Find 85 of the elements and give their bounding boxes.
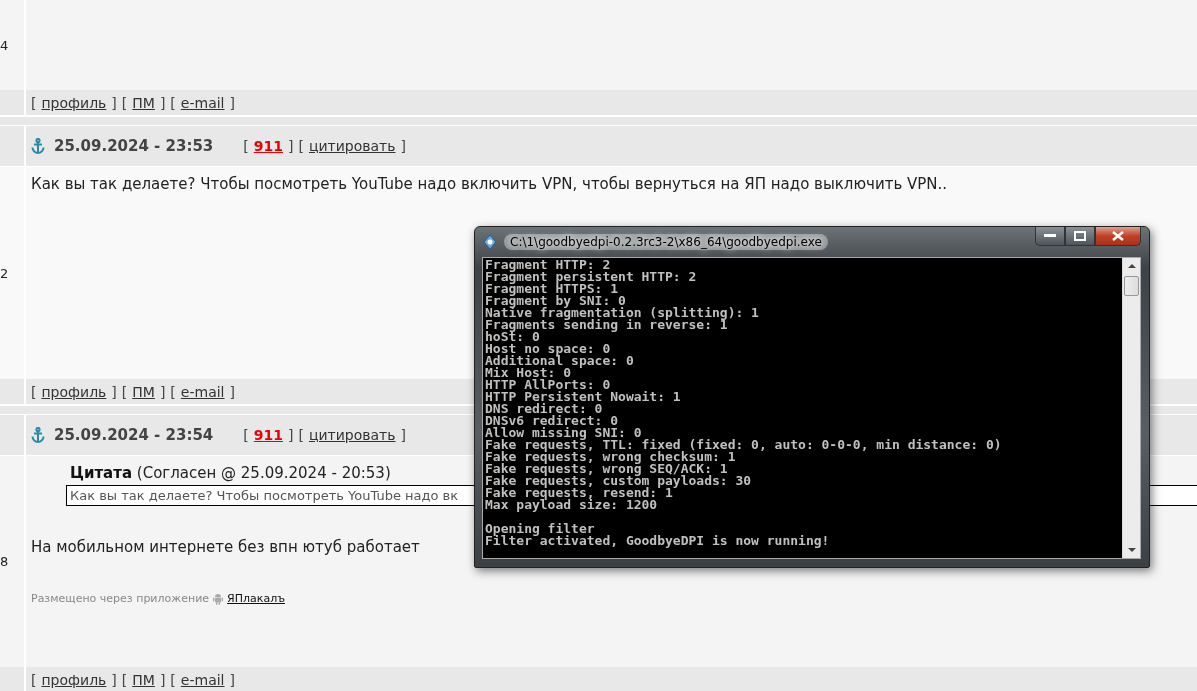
profile-link[interactable]: профиль — [41, 94, 107, 111]
scrollbar[interactable] — [1122, 258, 1140, 558]
console-line: Native fragmentation (splitting): 1 — [485, 307, 760, 319]
console-line: Mix Host: 0 — [485, 367, 572, 379]
console-line: Fragment by SNI: 0 — [485, 295, 626, 307]
post-text: На мобильном интернете без впн ютуб работает — [31, 538, 420, 556]
console-line: Fake requests, resend: 1 — [485, 487, 673, 499]
console-line: Fragments sending in reverse: 1 — [485, 319, 728, 331]
bracket-text: [ — [170, 671, 176, 688]
bracket-text: ] — [400, 138, 406, 154]
bracket-text: [ — [243, 138, 249, 154]
scroll-down-icon[interactable] — [1127, 546, 1136, 554]
bracket-text: ] — [111, 671, 117, 688]
bracket-text: [ — [298, 427, 304, 443]
minimize-button[interactable] — [1035, 227, 1065, 246]
profile-link[interactable]: ПМ — [132, 94, 155, 111]
bracket-text: [ — [243, 427, 249, 443]
side-text: 4 — [0, 37, 9, 53]
bracket-text: ] — [288, 427, 294, 443]
bracket-text: [ — [121, 671, 128, 688]
bracket-text: ] — [288, 138, 294, 154]
quote-link[interactable]: цитировать — [308, 427, 396, 443]
profile-link[interactable]: e-mail — [180, 671, 225, 688]
app-link[interactable]: ЯПлакалъ — [227, 592, 285, 605]
via-text: Размещено через приложение — [31, 592, 210, 605]
bracket-text: ] — [111, 383, 117, 400]
maximize-button[interactable] — [1065, 227, 1095, 246]
rating-link[interactable]: 911 — [253, 138, 283, 154]
console-line: Fragment HTTPS: 1 — [485, 283, 619, 295]
console-line: Fake requests, wrong checksum: 1 — [485, 451, 736, 463]
post-date: 25.09.2024 - 23:53 — [54, 137, 214, 155]
app-icon — [482, 234, 498, 250]
console-line: hoSt: 0 — [485, 331, 540, 343]
bracket-text: [ — [31, 671, 37, 688]
profile-link[interactable]: e-mail — [180, 383, 225, 400]
bracket-text: ] — [229, 94, 235, 111]
close-button[interactable] — [1095, 227, 1141, 246]
post-date: 25.09.2024 - 23:54 — [54, 426, 214, 444]
console-line: DNS redirect: 0 — [485, 403, 604, 415]
console-line: Fake requests, TTL: fixed (fixed: 0, auto: 0-0-0, min distance: 0) — [485, 439, 1003, 451]
quote-link[interactable]: цитировать — [308, 138, 396, 154]
console-line: HTTP AllPorts: 0 — [485, 379, 611, 391]
bracket-text: [ — [121, 94, 128, 111]
android-icon — [213, 592, 224, 605]
side-text: 2 — [0, 265, 9, 281]
console-line: Opening filter — [485, 523, 595, 535]
bracket-text: ] — [229, 671, 235, 688]
bracket-text: ] — [400, 427, 406, 443]
console-line: Allow missing SNI: 0 — [485, 427, 642, 439]
anchor-icon — [31, 427, 45, 443]
console-line: Additional space: 0 — [485, 355, 635, 367]
side-text: 8 — [0, 554, 9, 569]
scroll-up-icon[interactable] — [1127, 262, 1136, 270]
bracket-text: ] — [229, 383, 235, 400]
post-text: Как вы так делаете? Чтобы посмотреть YouTube надо включить VPN, чтобы вернуться на ЯП надо выключить VPN.. — [31, 175, 948, 193]
bracket-text: ] — [159, 94, 166, 111]
profile-link[interactable]: ПМ — [132, 671, 155, 688]
console-line: HTTP Persistent Nowait: 1 — [485, 391, 682, 403]
quote-header: Цитата (Согласен @ 25.09.2024 - 20:53) — [69, 464, 391, 482]
bracket-text: [ — [298, 138, 304, 154]
console-line: Fake requests, custom payloads: 30 — [485, 475, 753, 487]
bracket-text: [ — [170, 383, 176, 400]
profile-link[interactable]: профиль — [41, 671, 107, 688]
profile-link[interactable]: e-mail — [180, 94, 225, 111]
console-line: Fragment HTTP: 2 — [485, 259, 611, 271]
rating-link[interactable]: 911 — [253, 427, 283, 443]
bracket-text: ] — [111, 94, 117, 111]
console-line: Fake requests, wrong SEQ/ACK: 1 — [485, 463, 729, 475]
bracket-text: [ — [170, 94, 176, 111]
bracket-text: [ — [31, 383, 37, 400]
bracket-text: ] — [159, 383, 166, 400]
console-line: Host no space: 0 — [485, 343, 612, 355]
scroll-thumb[interactable] — [1124, 276, 1139, 296]
bracket-text: ] — [159, 671, 166, 688]
bracket-text: [ — [31, 94, 37, 111]
anchor-icon — [31, 138, 45, 154]
profile-link[interactable]: профиль — [41, 383, 107, 400]
console-line: DNSv6 redirect: 0 — [485, 415, 620, 427]
console-line: Fragment persistent HTTP: 2 — [485, 271, 698, 283]
maximize-icon — [1074, 231, 1086, 241]
close-icon — [1112, 231, 1124, 241]
console-line: Filter activated, GoodbyeDPI is now running! — [485, 535, 831, 547]
bracket-text: [ — [121, 383, 128, 400]
minimize-icon — [1044, 234, 1056, 238]
profile-link[interactable]: ПМ — [132, 383, 155, 400]
